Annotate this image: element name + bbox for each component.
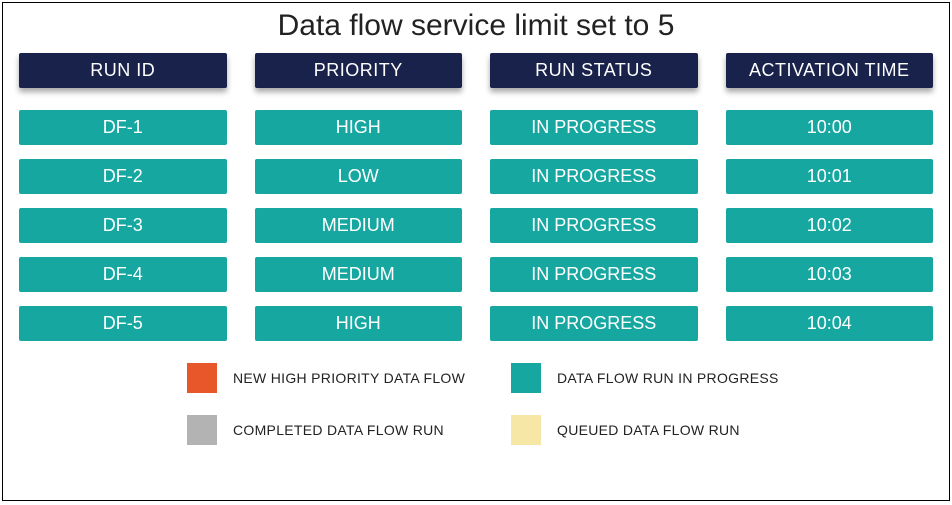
diagram-frame: Data flow service limit set to 5 RUN ID … (2, 2, 950, 501)
legend: NEW HIGH PRIORITY DATA FLOW DATA FLOW RU… (17, 363, 935, 445)
page-title: Data flow service limit set to 5 (17, 9, 935, 43)
cell-run-status: IN PROGRESS (490, 159, 698, 194)
swatch-icon (511, 363, 541, 393)
cell-priority: MEDIUM (255, 208, 463, 243)
cell-priority: HIGH (255, 306, 463, 341)
cell-priority: LOW (255, 159, 463, 194)
cell-run-id: DF-4 (19, 257, 227, 292)
swatch-icon (187, 363, 217, 393)
cell-run-id: DF-2 (19, 159, 227, 194)
legend-label: QUEUED DATA FLOW RUN (557, 422, 740, 438)
swatch-icon (187, 415, 217, 445)
col-header-activation-time: ACTIVATION TIME (726, 53, 934, 88)
cell-activation-time: 10:02 (726, 208, 934, 243)
cell-activation-time: 10:00 (726, 110, 934, 145)
legend-item-queued: QUEUED DATA FLOW RUN (511, 415, 795, 445)
legend-item-new-high: NEW HIGH PRIORITY DATA FLOW (187, 363, 471, 393)
legend-label: DATA FLOW RUN IN PROGRESS (557, 370, 779, 386)
col-header-priority: PRIORITY (255, 53, 463, 88)
cell-run-status: IN PROGRESS (490, 110, 698, 145)
legend-item-completed: COMPLETED DATA FLOW RUN (187, 415, 471, 445)
cell-run-status: IN PROGRESS (490, 257, 698, 292)
cell-run-status: IN PROGRESS (490, 208, 698, 243)
cell-activation-time: 10:03 (726, 257, 934, 292)
cell-priority: HIGH (255, 110, 463, 145)
cell-run-id: DF-5 (19, 306, 227, 341)
cell-run-status: IN PROGRESS (490, 306, 698, 341)
cell-activation-time: 10:04 (726, 306, 934, 341)
run-table: RUN ID PRIORITY RUN STATUS ACTIVATION TI… (17, 53, 935, 341)
legend-item-in-progress: DATA FLOW RUN IN PROGRESS (511, 363, 795, 393)
cell-priority: MEDIUM (255, 257, 463, 292)
cell-run-id: DF-3 (19, 208, 227, 243)
legend-label: COMPLETED DATA FLOW RUN (233, 422, 444, 438)
cell-activation-time: 10:01 (726, 159, 934, 194)
legend-label: NEW HIGH PRIORITY DATA FLOW (233, 370, 465, 386)
cell-run-id: DF-1 (19, 110, 227, 145)
col-header-run-id: RUN ID (19, 53, 227, 88)
col-header-run-status: RUN STATUS (490, 53, 698, 88)
swatch-icon (511, 415, 541, 445)
